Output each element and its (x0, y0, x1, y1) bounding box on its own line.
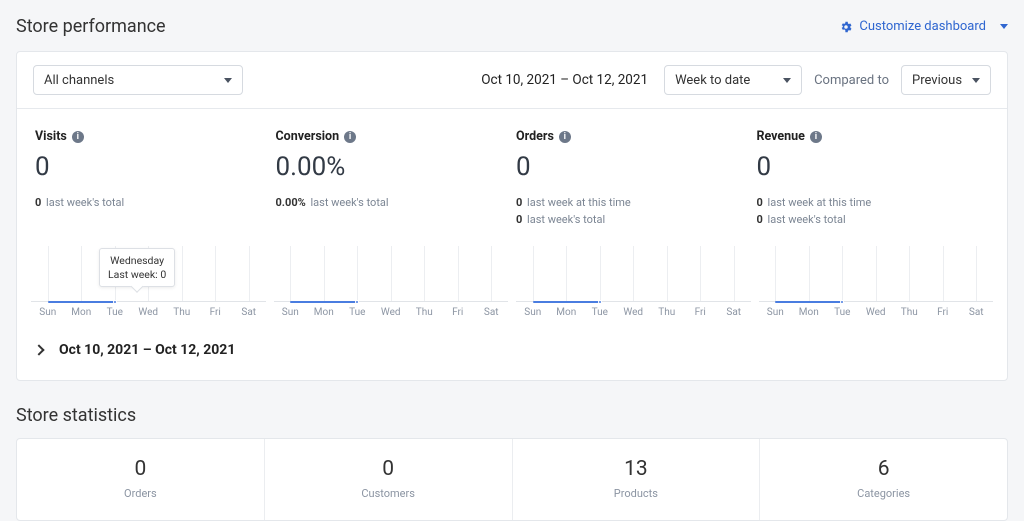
chevron-right-icon[interactable] (33, 344, 44, 355)
x-tick: Fri (684, 307, 718, 318)
info-icon[interactable]: i (559, 131, 571, 143)
x-tick: Sat (717, 307, 751, 318)
x-tick: Wed (374, 307, 408, 318)
x-tick: Wed (132, 307, 166, 318)
x-tick: Fri (926, 307, 960, 318)
metric-sub: 0.00% last week's total (276, 194, 509, 211)
sparkline-chart: SunMonTueWedThuFriSat (274, 246, 509, 326)
caret-down-icon (224, 78, 232, 83)
metric-orders: Ordersi 0 0 last week at this time0 last… (512, 129, 753, 228)
x-tick: Fri (199, 307, 233, 318)
x-tick: Thu (893, 307, 927, 318)
metric-sub: 0 last week's total (35, 194, 268, 211)
x-tick: Thu (165, 307, 199, 318)
x-tick: Mon (550, 307, 584, 318)
x-tick: Mon (792, 307, 826, 318)
x-tick: Sat (960, 307, 994, 318)
stat-value: 0 (17, 457, 264, 481)
info-icon[interactable]: i (344, 131, 356, 143)
compared-to-label: Compared to (814, 73, 889, 88)
x-tick: Tue (583, 307, 617, 318)
sparkline-chart: SunMonTueWedThuFriSat (516, 246, 751, 326)
metric-value: 0 (757, 152, 990, 182)
date-range-text: Oct 10, 2021 – Oct 12, 2021 (481, 72, 648, 88)
x-tick: Thu (650, 307, 684, 318)
stat-tile[interactable]: 0 Orders (17, 439, 265, 520)
stat-tile[interactable]: 0 Customers (265, 439, 513, 520)
chart-tooltip: WednesdayLast week: 0 (99, 248, 175, 287)
x-tick: Fri (441, 307, 475, 318)
stat-tile[interactable]: 6 Categories (760, 439, 1007, 520)
x-tick: Thu (408, 307, 442, 318)
x-tick: Mon (307, 307, 341, 318)
gear-icon (839, 20, 853, 34)
stat-value: 6 (760, 457, 1007, 481)
page-title: Store performance (16, 16, 166, 37)
x-tick: Sat (232, 307, 266, 318)
metric-conversion: Conversion i 0.00% 0.00% last week's tota… (272, 129, 513, 228)
sparkline-chart: SunMonTueWedThuFriSat WednesdayLast week:… (31, 246, 266, 326)
metric-visits: Visitsi 0 0 last week's total (31, 129, 272, 228)
metric-title: Visits (35, 129, 67, 144)
metric-sub: 0 last week at this time0 last week's to… (757, 194, 990, 228)
x-tick: Sun (516, 307, 550, 318)
stat-tile[interactable]: 13 Products (513, 439, 761, 520)
metric-title: Orders (516, 129, 554, 144)
stats-title: Store statistics (16, 405, 1008, 426)
metric-value: 0.00% (276, 152, 509, 182)
metric-revenue: Revenue i 0 0 last week at this time0 las… (753, 129, 994, 228)
stat-label: Customers (265, 487, 512, 500)
stats-card: 0Orders0Customers13Products6Categories (16, 438, 1008, 521)
stat-label: Orders (17, 487, 264, 500)
x-tick: Tue (341, 307, 375, 318)
x-tick: Tue (826, 307, 860, 318)
info-icon[interactable]: i (810, 131, 822, 143)
info-icon[interactable]: i (72, 131, 84, 143)
customize-dashboard-label: Customize dashboard (859, 19, 986, 34)
sparkline-chart: SunMonTueWedThuFriSat (759, 246, 994, 326)
metric-value: 0 (516, 152, 749, 182)
stat-value: 13 (513, 457, 760, 481)
metric-value: 0 (35, 152, 268, 182)
period-label: Week to date (675, 73, 750, 88)
metric-title: Conversion (276, 129, 340, 144)
x-tick: Wed (617, 307, 651, 318)
x-tick: Sun (274, 307, 308, 318)
stat-value: 0 (265, 457, 512, 481)
channels-select[interactable]: All channels (33, 65, 243, 95)
performance-card: All channels Oct 10, 2021 – Oct 12, 2021… (16, 51, 1008, 381)
metric-sub: 0 last week at this time0 last week's to… (516, 194, 749, 228)
x-tick: Sun (759, 307, 793, 318)
date-range-footer: Oct 10, 2021 – Oct 12, 2021 (59, 342, 235, 358)
metric-title: Revenue (757, 129, 805, 144)
customize-dashboard-button[interactable]: Customize dashboard (839, 19, 1008, 34)
x-tick: Mon (65, 307, 99, 318)
compare-select[interactable]: Previous (901, 65, 991, 95)
period-select[interactable]: Week to date (664, 65, 802, 95)
x-tick: Sun (31, 307, 65, 318)
x-tick: Sat (475, 307, 509, 318)
x-tick: Tue (98, 307, 132, 318)
channels-label: All channels (44, 73, 114, 88)
stat-label: Categories (760, 487, 1007, 500)
x-tick: Wed (859, 307, 893, 318)
stat-label: Products (513, 487, 760, 500)
caret-down-icon (1000, 24, 1008, 29)
compare-label: Previous (912, 73, 962, 88)
caret-down-icon (783, 78, 791, 83)
caret-down-icon (972, 78, 980, 83)
